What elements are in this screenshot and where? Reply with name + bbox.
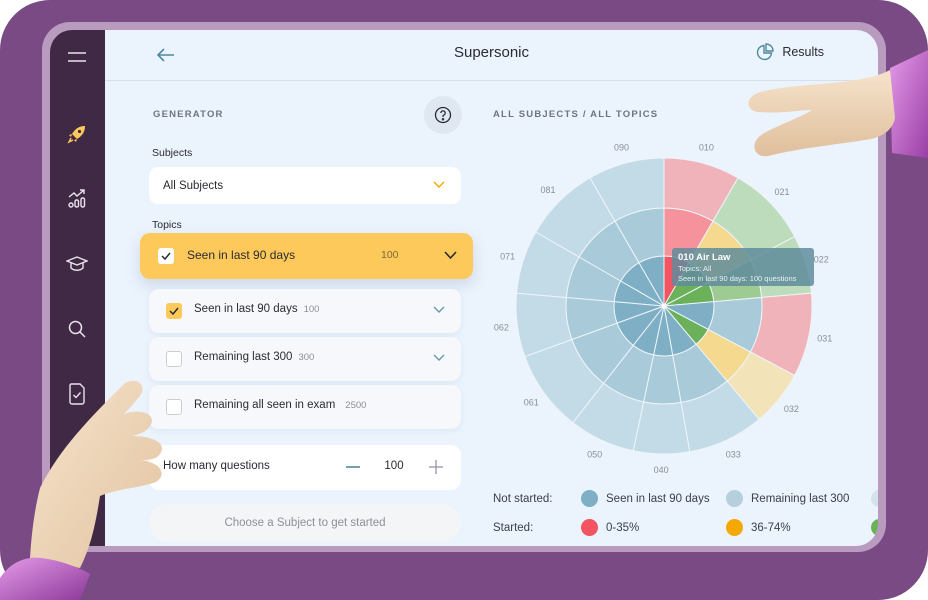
topic-option[interactable]: Seen in last 90 days 100 xyxy=(149,289,461,333)
topic-option[interactable]: Remaining all seen in exam 2500 xyxy=(149,385,461,429)
rocket-icon[interactable] xyxy=(64,121,90,147)
legend-dot xyxy=(581,519,598,536)
legend-item: Seen in last 90 days xyxy=(581,490,710,507)
legend-not-started-label: Not started: xyxy=(493,493,553,505)
tooltip-title: 010 Air Law xyxy=(678,252,731,263)
help-button[interactable] xyxy=(424,96,462,134)
sunburst-label-033: 033 xyxy=(726,450,741,460)
topics-label: Topics xyxy=(152,219,182,231)
sidebar xyxy=(50,30,105,546)
graduation-cap-icon[interactable] xyxy=(64,251,90,277)
question-count-label: How many questions xyxy=(163,460,270,472)
sunburst-chart: 010 021 022 031 032 033 040 050 061 062 071 081 090 xyxy=(494,143,832,475)
sunburst-label-050: 050 xyxy=(587,450,602,460)
topic-option-name: Remaining all seen in exam xyxy=(194,399,336,411)
document-check-icon[interactable] xyxy=(64,381,90,407)
topic-selected-count: 100 xyxy=(381,249,399,261)
question-count-stepper: How many questions 100 xyxy=(149,445,461,490)
legend-row-not-started: Not started: Seen in last 90 days Remain… xyxy=(493,490,878,510)
search-icon[interactable] xyxy=(64,316,90,342)
pie-chart-icon xyxy=(757,43,775,61)
legend-item-label: 0-35% xyxy=(606,521,640,534)
legend-dot xyxy=(871,519,878,536)
sunburst-label-061: 061 xyxy=(524,397,539,407)
app-screen: Supersonic Results GENERATOR Subjects Al… xyxy=(50,30,878,546)
chevron-down-icon xyxy=(444,251,457,260)
results-button[interactable]: Results xyxy=(756,43,824,61)
chart-trend-icon[interactable] xyxy=(64,186,90,212)
legend-item-label: Remaining last 300 xyxy=(751,492,850,505)
topic-selected-checkbox[interactable] xyxy=(158,248,174,264)
legend-item: Remaining last 300 xyxy=(726,490,849,507)
topic-option-label: Seen in last 90 days 100 xyxy=(194,303,319,315)
sunburst-label-021: 021 xyxy=(774,187,789,197)
sunburst-chart-container: 010 021 022 031 032 033 040 050 061 062 071 081 090 xyxy=(490,130,840,480)
chevron-down-icon[interactable] xyxy=(433,353,445,362)
topics-dropdown[interactable]: Seen in last 90 days 100 xyxy=(140,233,473,279)
chevron-down-icon[interactable] xyxy=(433,305,445,314)
sunburst-label-081: 081 xyxy=(541,185,556,195)
topic-option-count: 300 xyxy=(298,352,315,363)
sunburst-label-040: 040 xyxy=(654,465,669,475)
topic-option-label: Remaining all seen in exam 2500 xyxy=(194,399,366,411)
topic-option[interactable]: Remaining last 300 300 xyxy=(149,337,461,381)
sunburst-label-010: 010 xyxy=(699,143,714,153)
sunburst-label-062: 062 xyxy=(494,322,509,332)
subjects-select[interactable]: All Subjects xyxy=(149,167,461,204)
chart-tooltip: 010 Air Law Topics: All Seen in last 90 … xyxy=(672,248,814,286)
results-label: Results xyxy=(782,45,824,59)
top-bar: Supersonic Results xyxy=(105,30,878,81)
check-icon xyxy=(169,307,179,315)
legend-dot xyxy=(871,490,878,507)
sunburst-label-031: 031 xyxy=(817,334,832,344)
topic-option-count: 100 xyxy=(303,304,320,315)
legend-item-label: 36-74% xyxy=(751,521,791,534)
subjects-label: Subjects xyxy=(152,147,193,159)
sunburst-label-071: 071 xyxy=(500,252,515,262)
check-icon xyxy=(161,252,171,260)
legend-item xyxy=(871,519,878,536)
sunburst-label-090: 090 xyxy=(614,143,629,153)
topic-option-label: Remaining last 300 300 xyxy=(194,351,314,363)
tooltip-detail: Seen in last 90 days: 100 questions xyxy=(678,274,797,283)
legend-dot xyxy=(726,490,743,507)
topic-checkbox[interactable] xyxy=(166,351,182,367)
sunburst-label-022: 022 xyxy=(814,254,829,264)
topic-option-name: Seen in last 90 days xyxy=(194,303,298,315)
legend-item xyxy=(871,490,878,507)
start-button[interactable]: Choose a Subject to get started xyxy=(149,504,461,542)
legend-item: 0-35% xyxy=(581,519,639,536)
chevron-down-icon xyxy=(433,181,445,188)
hamburger-menu-icon[interactable] xyxy=(64,44,90,70)
topic-selected-label: Seen in last 90 days xyxy=(187,248,296,262)
legend-started-label: Started: xyxy=(493,522,534,534)
generator-heading: GENERATOR xyxy=(153,109,224,120)
topic-option-count: 2500 xyxy=(345,400,367,411)
topic-checkbox[interactable] xyxy=(166,399,182,415)
legend-item: 36-74% xyxy=(726,519,791,536)
plus-icon[interactable] xyxy=(427,457,445,477)
sunburst-label-032: 032 xyxy=(784,404,799,414)
subjects-value: All Subjects xyxy=(163,179,224,192)
topic-option-name: Remaining last 300 xyxy=(194,351,293,363)
chart-heading: ALL SUBJECTS / ALL TOPICS xyxy=(493,109,659,120)
question-count-value[interactable]: 100 xyxy=(379,460,409,472)
minus-icon[interactable] xyxy=(345,457,361,477)
legend-dot xyxy=(581,490,598,507)
sunburst-center xyxy=(661,303,667,309)
legend-row-started: Started: 0-35% 36-74% xyxy=(493,519,878,539)
legend-item-label: Seen in last 90 days xyxy=(606,492,710,505)
topic-checkbox[interactable] xyxy=(166,303,182,319)
legend-dot xyxy=(726,519,743,536)
question-circle-icon xyxy=(434,106,452,124)
tooltip-topics: Topics: All xyxy=(678,264,712,273)
